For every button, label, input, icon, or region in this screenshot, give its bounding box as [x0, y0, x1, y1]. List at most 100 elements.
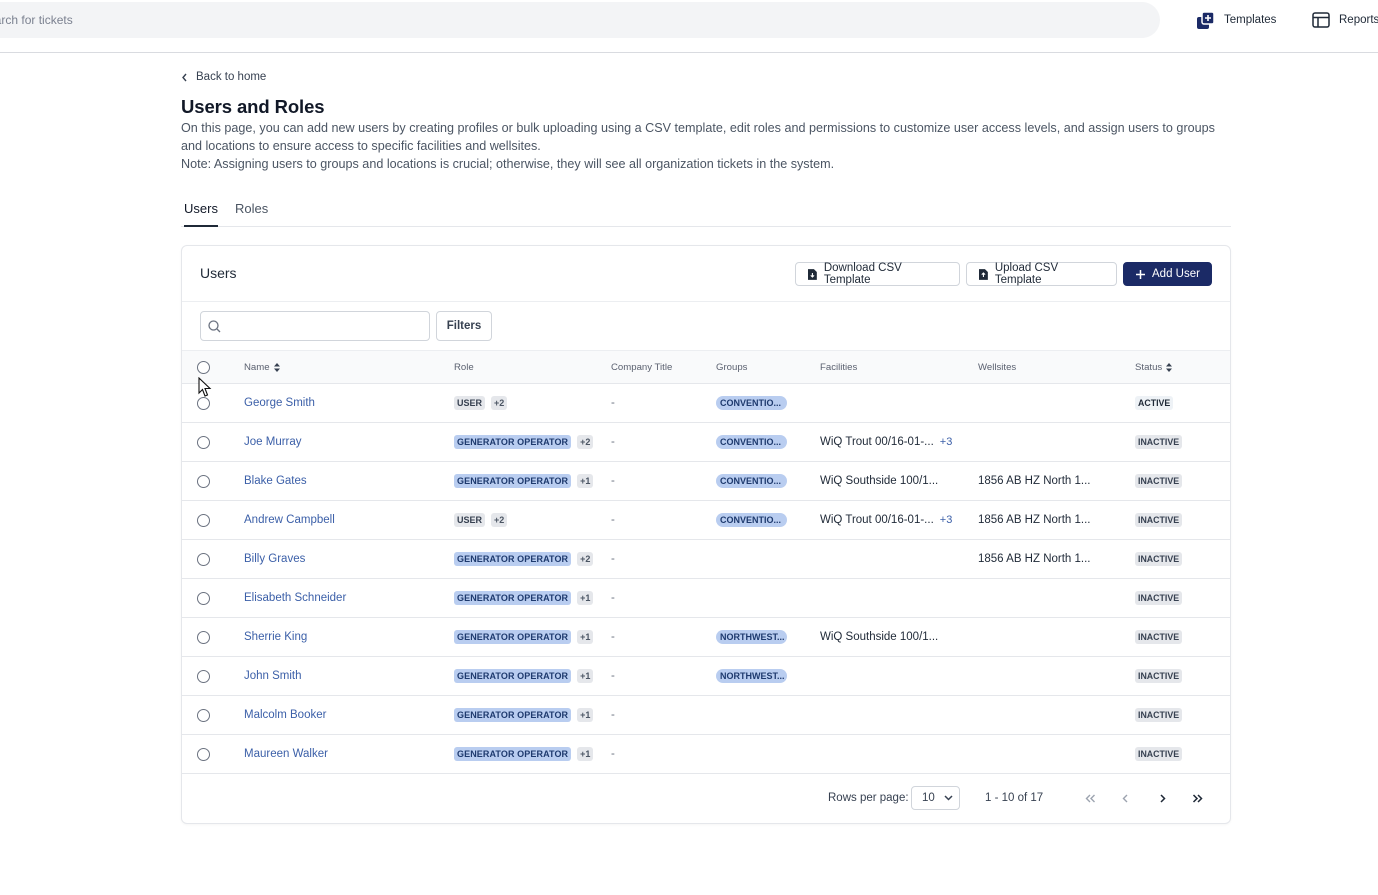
- tab-users[interactable]: Users: [184, 201, 218, 227]
- column-role-header: Role: [454, 362, 474, 373]
- facility-more-link[interactable]: +3: [940, 514, 953, 526]
- row-checkbox[interactable]: [197, 631, 210, 644]
- company-title-cell: -: [611, 631, 615, 643]
- table-row[interactable]: Billy Graves GENERATOR OPERATOR +2 - 1856 AB…: [182, 540, 1230, 579]
- user-name-link[interactable]: Andrew Campbell: [244, 514, 335, 526]
- user-name-link[interactable]: Maureen Walker: [244, 748, 328, 760]
- row-checkbox[interactable]: [197, 553, 210, 566]
- user-name-link[interactable]: John Smith: [244, 670, 302, 682]
- company-title-cell: -: [611, 592, 615, 604]
- user-name-link[interactable]: Malcolm Booker: [244, 709, 326, 721]
- status-badge: INACTIVE: [1135, 552, 1183, 566]
- rows-per-page-select[interactable]: 10: [911, 786, 960, 810]
- user-search-input[interactable]: [229, 312, 425, 340]
- last-page-button[interactable]: [1187, 788, 1207, 808]
- role-more-chip[interactable]: +2: [491, 396, 508, 410]
- first-page-button[interactable]: [1080, 788, 1100, 808]
- tab-roles[interactable]: Roles: [235, 201, 268, 227]
- row-checkbox[interactable]: [197, 670, 210, 683]
- user-name-link[interactable]: Joe Murray: [244, 436, 302, 448]
- column-status-label: Status: [1135, 362, 1163, 373]
- wellsite-text: 1856 AB HZ North 1...: [978, 514, 1091, 526]
- role-chip: USER: [454, 513, 486, 527]
- row-checkbox[interactable]: [197, 592, 210, 605]
- role-more-chip[interactable]: +1: [577, 669, 594, 683]
- table-row[interactable]: Malcolm Booker GENERATOR OPERATOR +1 - INACT…: [182, 696, 1230, 735]
- description-text: On this page, you can add new users by c…: [181, 121, 1215, 153]
- facility-text: WiQ Southside 100/1...: [820, 475, 939, 487]
- role-more-chip[interactable]: +1: [577, 747, 594, 761]
- user-search-box[interactable]: [200, 311, 430, 341]
- previous-page-button[interactable]: [1115, 788, 1135, 808]
- upload-csv-template-button[interactable]: Upload CSV Template: [966, 262, 1117, 286]
- role-more-chip[interactable]: +1: [577, 630, 594, 644]
- table-row[interactable]: Blake Gates GENERATOR OPERATOR +1 - CONVENTI…: [182, 462, 1230, 501]
- table-row[interactable]: Andrew Campbell USER +2 - CONVENTIO... WiQ Tr…: [182, 501, 1230, 540]
- add-user-button[interactable]: Add User: [1123, 262, 1212, 286]
- company-title-cell: -: [611, 514, 615, 526]
- role-chip: GENERATOR OPERATOR: [454, 669, 572, 683]
- file-download-icon: [808, 268, 817, 280]
- filters-button[interactable]: Filters: [436, 311, 492, 341]
- user-name-link[interactable]: Elisabeth Schneider: [244, 592, 346, 604]
- user-name-link[interactable]: Sherrie King: [244, 631, 307, 643]
- column-name-header[interactable]: Name: [244, 362, 280, 373]
- facility-text: WiQ Trout 00/16-01-...: [820, 436, 934, 448]
- facility-more-link[interactable]: +3: [940, 436, 953, 448]
- chevrons-right-icon: [1192, 793, 1203, 803]
- table-row[interactable]: John Smith GENERATOR OPERATOR +1 - NORTHWEST…: [182, 657, 1230, 696]
- column-company-title-header: Company Title: [611, 362, 673, 373]
- facility-text: WiQ Southside 100/1...: [820, 631, 939, 643]
- chevron-right-icon: [1159, 793, 1166, 803]
- column-facilities-header: Facilities: [820, 362, 858, 373]
- role-more-chip[interactable]: +2: [577, 435, 594, 449]
- ticket-search-box[interactable]: [0, 2, 1160, 38]
- select-all-checkbox[interactable]: [197, 361, 210, 374]
- table-row[interactable]: George Smith USER +2 - CONVENTIO... ACTIVE: [182, 384, 1230, 423]
- download-csv-template-button[interactable]: Download CSV Template: [795, 262, 960, 286]
- table-row[interactable]: Elisabeth Schneider GENERATOR OPERATOR +1 -…: [182, 579, 1230, 618]
- templates-link[interactable]: Templates: [1196, 9, 1276, 31]
- role-more-chip[interactable]: +2: [577, 552, 594, 566]
- row-checkbox[interactable]: [197, 514, 210, 527]
- table-toolbar: Filters: [182, 302, 1230, 351]
- row-checkbox[interactable]: [197, 709, 210, 722]
- status-badge: INACTIVE: [1135, 591, 1183, 605]
- status-badge: ACTIVE: [1135, 396, 1174, 410]
- search-icon: [208, 320, 221, 333]
- role-more-chip[interactable]: +1: [577, 708, 594, 722]
- company-title-cell: -: [611, 748, 615, 760]
- back-to-home-link[interactable]: Back to home: [181, 71, 266, 83]
- facility-text: WiQ Trout 00/16-01-...: [820, 514, 934, 526]
- role-more-chip[interactable]: +1: [577, 591, 594, 605]
- status-badge: INACTIVE: [1135, 435, 1183, 449]
- column-wellsites-header: Wellsites: [978, 362, 1017, 373]
- table-row[interactable]: Sherrie King GENERATOR OPERATOR +1 - NORTHWE…: [182, 618, 1230, 657]
- role-more-chip[interactable]: +1: [577, 474, 594, 488]
- user-name-link[interactable]: George Smith: [244, 397, 315, 409]
- row-checkbox[interactable]: [197, 397, 210, 410]
- reports-label: Reports: [1339, 14, 1378, 26]
- wellsite-text: 1856 AB HZ North 1...: [978, 553, 1091, 565]
- role-more-chip[interactable]: +2: [491, 513, 508, 527]
- user-name-link[interactable]: Billy Graves: [244, 553, 305, 565]
- column-status-header[interactable]: Status: [1135, 362, 1173, 373]
- top-bar: Templates Reports: [0, 0, 1378, 53]
- row-checkbox[interactable]: [197, 475, 210, 488]
- row-checkbox[interactable]: [197, 748, 210, 761]
- table-row[interactable]: Maureen Walker GENERATOR OPERATOR +1 - INACT…: [182, 735, 1230, 774]
- table-row[interactable]: Joe Murray GENERATOR OPERATOR +2 - CONVENTIO…: [182, 423, 1230, 462]
- reports-link[interactable]: Reports: [1312, 9, 1378, 31]
- row-checkbox[interactable]: [197, 436, 210, 449]
- next-page-button[interactable]: [1152, 788, 1172, 808]
- column-name-label: Name: [244, 362, 270, 373]
- ticket-search-input[interactable]: [0, 2, 1090, 38]
- company-title-cell: -: [611, 397, 615, 409]
- company-title-cell: -: [611, 475, 615, 487]
- tabs: Users Roles: [181, 199, 1231, 227]
- user-name-link[interactable]: Blake Gates: [244, 475, 307, 487]
- templates-label: Templates: [1224, 14, 1277, 26]
- file-upload-icon: [979, 268, 988, 280]
- page-range: 1 - 10 of 17: [985, 792, 1044, 804]
- role-chip: GENERATOR OPERATOR: [454, 630, 572, 644]
